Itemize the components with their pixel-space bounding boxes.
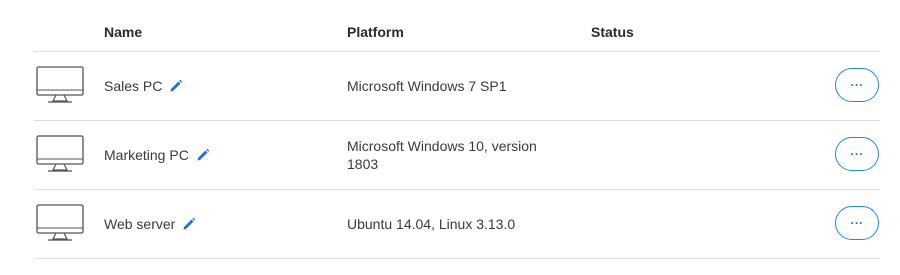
table-header: Name Platform Status bbox=[34, 12, 880, 52]
column-header-platform[interactable]: Platform bbox=[347, 24, 404, 40]
name-cell: Web server bbox=[104, 190, 196, 258]
pencil-edit-icon[interactable] bbox=[169, 79, 183, 93]
column-header-name[interactable]: Name bbox=[104, 24, 142, 40]
platform-text: Microsoft Windows 7 SP1 bbox=[347, 78, 507, 94]
more-dots-icon: ... bbox=[850, 75, 864, 89]
desktop-monitor-icon bbox=[36, 135, 84, 172]
table-row[interactable]: Web server Ubuntu 14.04, Linux 3.13.0 ..… bbox=[34, 190, 880, 259]
desktop-monitor-icon bbox=[36, 204, 84, 241]
platform-cell: Microsoft Windows 7 SP1 bbox=[347, 52, 562, 120]
platform-text: Ubuntu 14.04, Linux 3.13.0 bbox=[347, 216, 516, 232]
platform-cell: Microsoft Windows 10, version 1803 bbox=[347, 121, 562, 189]
name-cell: Marketing PC bbox=[104, 121, 210, 189]
table-row[interactable]: Marketing PC Microsoft Windows 10, versi… bbox=[34, 121, 880, 190]
more-actions-button[interactable]: ... bbox=[835, 137, 879, 171]
platform-text: Microsoft Windows 10, version 1803 bbox=[347, 138, 537, 172]
pencil-edit-icon[interactable] bbox=[182, 217, 196, 231]
more-dots-icon: ... bbox=[850, 144, 864, 158]
platform-cell: Ubuntu 14.04, Linux 3.13.0 bbox=[347, 190, 562, 258]
more-dots-icon: ... bbox=[850, 213, 864, 227]
device-name: Web server bbox=[104, 216, 176, 232]
devices-table: Name Platform Status Sales PC Microsoft … bbox=[34, 12, 880, 259]
desktop-monitor-icon bbox=[36, 66, 84, 103]
name-cell: Sales PC bbox=[104, 52, 183, 120]
column-header-status[interactable]: Status bbox=[591, 24, 634, 40]
more-actions-button[interactable]: ... bbox=[835, 206, 879, 240]
pencil-edit-icon[interactable] bbox=[196, 148, 210, 162]
device-name: Marketing PC bbox=[104, 147, 189, 163]
more-actions-button[interactable]: ... bbox=[835, 68, 879, 102]
device-name: Sales PC bbox=[104, 78, 163, 94]
table-row[interactable]: Sales PC Microsoft Windows 7 SP1 ... bbox=[34, 52, 880, 121]
